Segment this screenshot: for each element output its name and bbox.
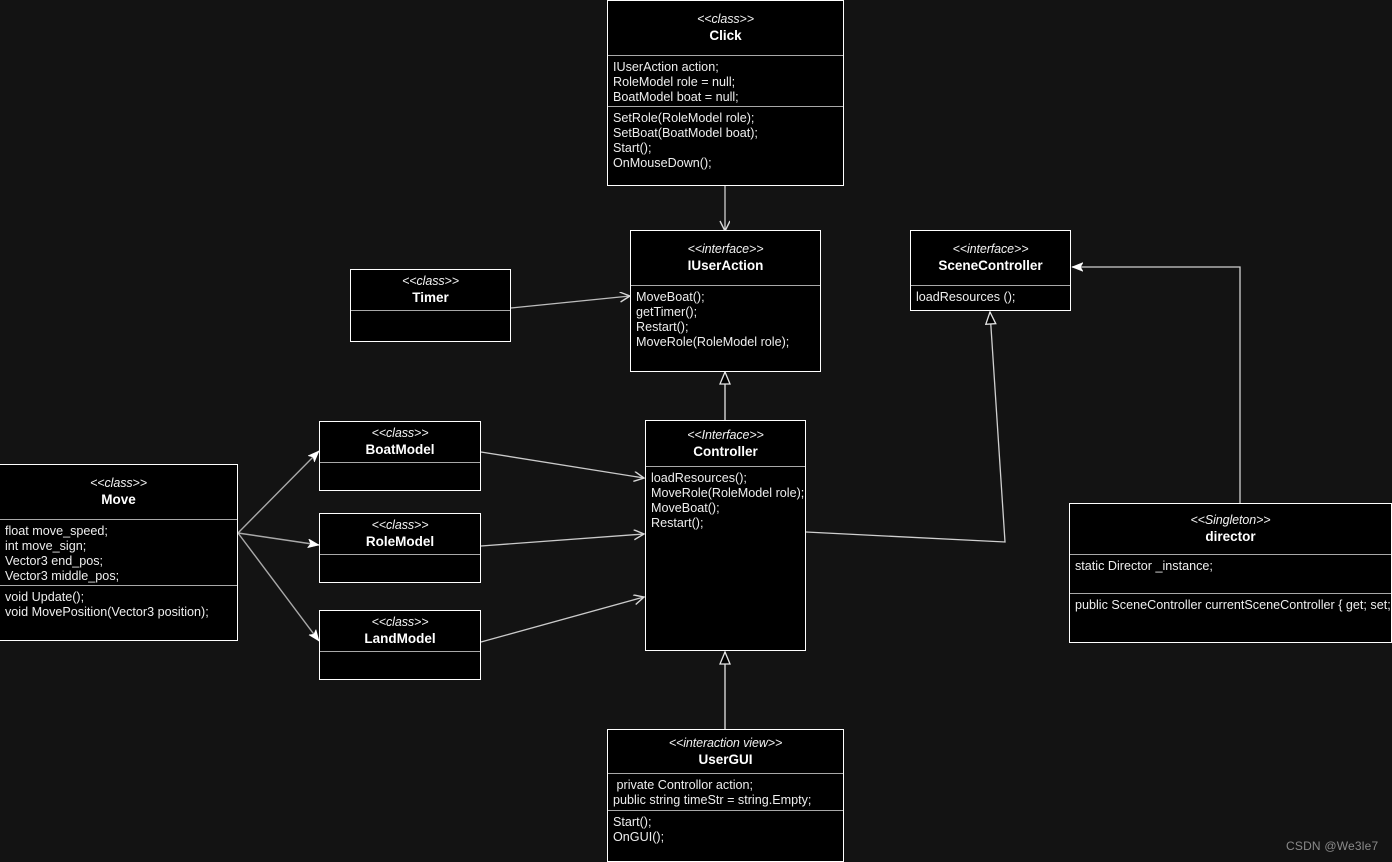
class-operations-scenecontroller: loadResources (); (911, 285, 1070, 310)
class-operations-click: SetRole(RoleModel role); SetBoat(BoatMod… (608, 106, 843, 185)
class-name: Controller (693, 443, 758, 459)
uml-diagram-canvas: <<class>> Click IUserAction action; Role… (0, 0, 1392, 862)
edge-move-to-boatmodel (237, 451, 319, 534)
class-header-controller: <<Interface>> Controller (646, 421, 805, 466)
class-body-rolemodel (320, 554, 480, 582)
class-attributes-usergui: private Controllor action; public string… (608, 773, 843, 810)
class-name: RoleModel (365, 534, 435, 549)
class-attributes-director: static Director _instance; (1070, 554, 1391, 593)
class-node-iuseraction[interactable]: <<interface>> IUserAction MoveBoat(); ge… (630, 230, 821, 372)
class-stereotype: <<Singleton>> (1190, 513, 1271, 527)
edge-timer-to-iuseraction (510, 296, 630, 309)
class-name: LandModel (364, 631, 436, 646)
class-name: director (1205, 529, 1256, 544)
class-operations-director: public SceneController currentSceneContr… (1070, 593, 1391, 642)
class-header-landmodel: <<class>> LandModel (320, 611, 480, 651)
class-header-usergui: <<interaction view>> UserGUI (608, 730, 843, 773)
class-node-controller[interactable]: <<Interface>> Controller loadResources()… (645, 420, 806, 651)
class-node-usergui[interactable]: <<interaction view>> UserGUI private Con… (607, 729, 844, 862)
edge-director-to-scenecontroller (1072, 267, 1241, 504)
edge-controller-to-scenecontroller (805, 310, 1006, 543)
class-operations-iuseraction: MoveBoat(); getTimer(); Restart(); MoveR… (631, 285, 820, 371)
class-name: BoatModel (365, 442, 435, 457)
class-name: IUserAction (687, 258, 764, 273)
class-attributes-move: float move_speed; int move_sign; Vector3… (0, 519, 237, 585)
class-node-timer[interactable]: <<class>> Timer (350, 269, 511, 342)
edge-landmodel-to-controller (480, 597, 644, 643)
class-node-move[interactable]: <<class>> Move float move_speed; int mov… (0, 464, 238, 641)
class-stereotype: <<class>> (371, 518, 429, 532)
class-name: Timer (412, 290, 449, 305)
class-header-click: <<class>> Click (608, 1, 843, 55)
class-node-landmodel[interactable]: <<class>> LandModel (319, 610, 481, 680)
class-header-iuseraction: <<interface>> IUserAction (631, 231, 820, 285)
class-body-timer (351, 310, 510, 341)
class-stereotype: <<class>> (90, 476, 147, 490)
class-node-click[interactable]: <<class>> Click IUserAction action; Role… (607, 0, 844, 186)
class-attributes-click: IUserAction action; RoleModel role = nul… (608, 55, 843, 106)
class-stereotype: <<class>> (697, 12, 754, 26)
class-header-director: <<Singleton>> director (1070, 504, 1391, 554)
class-stereotype: <<class>> (371, 615, 429, 629)
class-body-boatmodel (320, 462, 480, 490)
edge-boatmodel-to-controller (480, 451, 644, 478)
class-stereotype: <<Interface>> (687, 427, 764, 442)
edge-move-to-rolemodel (237, 532, 319, 545)
class-name: UserGUI (698, 751, 753, 767)
class-stereotype: <<class>> (371, 426, 429, 440)
class-header-timer: <<class>> Timer (351, 270, 510, 310)
class-node-boatmodel[interactable]: <<class>> BoatModel (319, 421, 481, 491)
class-stereotype: <<class>> (402, 274, 459, 288)
class-node-scenecontroller[interactable]: <<interface>> SceneController loadResour… (910, 230, 1071, 311)
class-operations-controller: loadResources(); MoveRole(RoleModel role… (646, 466, 805, 650)
class-body-landmodel (320, 651, 480, 679)
class-header-move: <<class>> Move (0, 465, 237, 519)
class-name: SceneController (938, 258, 1043, 273)
class-header-boatmodel: <<class>> BoatModel (320, 422, 480, 462)
class-operations-move: void Update(); void MovePosition(Vector3… (0, 585, 237, 640)
class-operations-usergui: Start(); OnGUI(); (608, 810, 843, 861)
class-stereotype: <<interface>> (952, 242, 1029, 256)
class-name: Move (101, 492, 136, 507)
csdn-watermark: CSDN @We3le7 (1286, 839, 1379, 853)
class-stereotype: <<interface>> (687, 242, 764, 256)
class-stereotype: <<interaction view>> (668, 735, 783, 750)
edge-rolemodel-to-controller (480, 534, 644, 547)
class-name: Click (709, 28, 742, 43)
class-node-rolemodel[interactable]: <<class>> RoleModel (319, 513, 481, 583)
class-node-director[interactable]: <<Singleton>> director static Director _… (1069, 503, 1392, 643)
edge-move-to-landmodel (237, 532, 320, 641)
class-header-rolemodel: <<class>> RoleModel (320, 514, 480, 554)
class-header-scenecontroller: <<interface>> SceneController (911, 231, 1070, 285)
